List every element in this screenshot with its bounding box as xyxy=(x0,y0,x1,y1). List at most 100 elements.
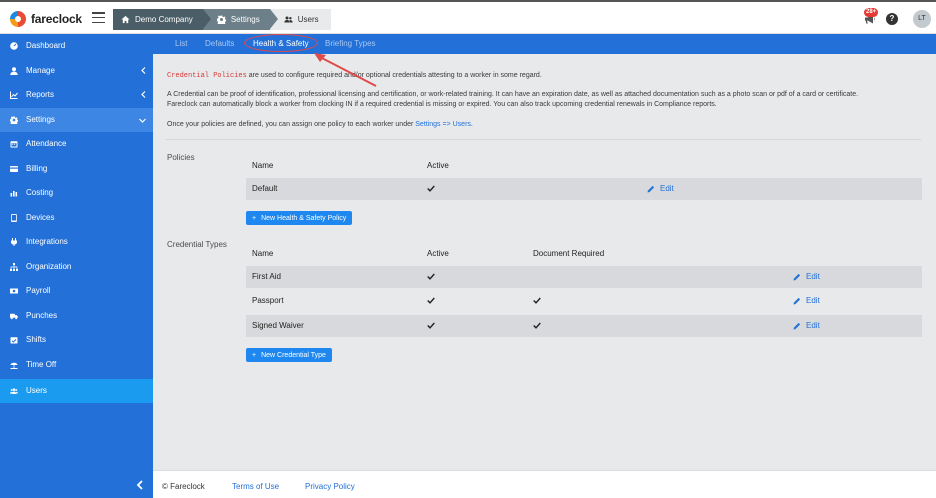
check-icon xyxy=(427,322,435,331)
calendar-icon xyxy=(10,141,18,148)
sidebar-item-settings[interactable]: Settings xyxy=(0,108,153,132)
sidebar-item-label: Devices xyxy=(26,213,55,222)
edit-label: Edit xyxy=(806,321,820,330)
credential-col-name: Name xyxy=(252,249,274,258)
sidebar-item-label: Dashboard xyxy=(26,41,66,50)
chevron-down-icon xyxy=(139,118,146,123)
umbrella-beach-icon xyxy=(10,362,18,369)
terms-of-use-link[interactable]: Terms of Use xyxy=(232,483,279,491)
money-icon xyxy=(10,288,18,294)
sidebar-item-manage[interactable]: Manage xyxy=(0,59,153,83)
pencil-icon xyxy=(793,297,801,304)
edit-credential-button[interactable]: Edit xyxy=(793,321,820,330)
intro-line-4-end: . xyxy=(470,121,473,128)
tab-defaults[interactable]: Defaults xyxy=(205,34,234,54)
breadcrumb-item-settings[interactable]: Settings xyxy=(202,9,278,30)
fareclock-logo[interactable]: fareclock xyxy=(10,11,82,27)
bar-chart-icon xyxy=(10,191,18,197)
sidebar-item-users[interactable]: Users xyxy=(0,379,153,403)
edit-policy-button[interactable]: Edit xyxy=(647,184,674,193)
check-icon xyxy=(533,297,541,306)
breadcrumb-label: Demo Company xyxy=(135,15,193,24)
logo-text: fareclock xyxy=(31,12,82,26)
sidebar-collapse-button[interactable] xyxy=(136,480,144,490)
sidebar-item-attendance[interactable]: Attendance xyxy=(0,132,153,156)
intro-line-2: A Credential can be proof of identificat… xyxy=(167,91,859,98)
edit-label: Edit xyxy=(806,296,820,305)
tab-list[interactable]: List xyxy=(175,34,187,54)
divider xyxy=(166,139,921,140)
sidebar-item-label: Users xyxy=(26,386,47,395)
notifications-button[interactable]: 28+ xyxy=(864,8,879,25)
new-health-safety-policy-button[interactable]: + New Health & Safety Policy xyxy=(246,211,353,225)
sidebar-item-label: Payroll xyxy=(26,286,51,295)
credential-col-active: Active xyxy=(427,249,449,258)
breadcrumb-label: Users xyxy=(297,15,319,24)
credential-name: First Aid xyxy=(252,272,281,281)
sidebar-item-shifts[interactable]: Shifts xyxy=(0,328,153,352)
users-icon xyxy=(284,16,293,23)
credit-card-icon xyxy=(10,166,18,172)
intro-line-4-text: Once your policies are defined, you can … xyxy=(167,121,416,128)
policies-col-name: Name xyxy=(252,161,274,170)
avatar[interactable]: LT xyxy=(913,10,931,28)
sidebar-item-label: Punches xyxy=(26,311,58,320)
sidebar: Dashboard Manage Reports Settings Attend… xyxy=(0,34,153,498)
sidebar-item-label: Billing xyxy=(26,164,48,173)
top-bar: fareclock Demo Company Settings Users 28… xyxy=(0,0,936,34)
breadcrumb-label: Settings xyxy=(230,15,260,24)
footer-copyright: © Fareclock xyxy=(162,482,205,491)
sidebar-item-costing[interactable]: Costing xyxy=(0,181,153,205)
table-row: First Aid Edit xyxy=(246,266,922,288)
pencil-icon xyxy=(647,185,655,192)
hamburger-menu-icon[interactable] xyxy=(92,12,105,23)
sidebar-item-reports[interactable]: Reports xyxy=(0,83,153,107)
sidebar-item-label: Shifts xyxy=(26,335,47,344)
sidebar-item-integrations[interactable]: Integrations xyxy=(0,230,153,254)
calendar-check-icon xyxy=(10,337,18,344)
sidebar-item-payroll[interactable]: Payroll xyxy=(0,279,153,303)
breadcrumb-item-company[interactable]: Demo Company xyxy=(113,9,211,30)
sidebar-item-dashboard[interactable]: Dashboard xyxy=(0,34,153,58)
policies-section-label: Policies xyxy=(167,153,195,162)
table-row: Default Edit xyxy=(246,178,922,200)
credential-col-document-required: Document Required xyxy=(533,249,605,258)
privacy-policy-link[interactable]: Privacy Policy xyxy=(305,483,355,491)
credential-name: Passport xyxy=(252,296,284,305)
intro-line-1: Credential Policies are used to configur… xyxy=(167,71,542,81)
sidebar-item-label: Settings xyxy=(26,115,55,124)
gear-icon xyxy=(10,116,18,124)
footer: © Fareclock Terms of Use Privacy Policy xyxy=(153,470,936,498)
new-credential-type-button[interactable]: + New Credential Type xyxy=(246,348,332,362)
sidebar-item-devices[interactable]: Devices xyxy=(0,206,153,230)
policy-name: Default xyxy=(252,184,278,193)
sidebar-item-label: Integrations xyxy=(26,237,68,246)
sidebar-item-punches[interactable]: Punches xyxy=(0,304,153,328)
edit-credential-button[interactable]: Edit xyxy=(793,296,820,305)
intro-line-4: Once your policies are defined, you can … xyxy=(167,120,473,130)
help-button[interactable]: ? xyxy=(886,13,898,25)
main-content xyxy=(153,54,936,470)
users-icon xyxy=(10,388,18,394)
button-label: New Credential Type xyxy=(261,351,326,359)
breadcrumb: Demo Company Settings Users xyxy=(113,9,331,30)
sidebar-item-billing[interactable]: Billing xyxy=(0,157,153,181)
policies-col-active: Active xyxy=(427,161,449,170)
truck-icon xyxy=(10,313,18,320)
sidebar-item-label: Organization xyxy=(26,262,72,271)
table-row: Signed Waiver Edit xyxy=(246,315,922,337)
sidebar-item-time-off[interactable]: Time Off xyxy=(0,353,153,377)
sidebar-item-label: Manage xyxy=(26,66,55,75)
chevron-left-icon xyxy=(136,480,143,490)
chevron-left-icon xyxy=(141,67,146,74)
sidebar-item-label: Costing xyxy=(26,188,54,197)
tab-briefing-types[interactable]: Briefing Types xyxy=(325,34,376,54)
sidebar-item-organization[interactable]: Organization xyxy=(0,255,153,279)
settings-users-link[interactable]: Settings => Users xyxy=(415,121,471,128)
sitemap-icon xyxy=(10,263,18,271)
check-icon xyxy=(533,322,541,331)
fareclock-logo-icon xyxy=(10,11,26,27)
edit-credential-button[interactable]: Edit xyxy=(793,272,820,281)
table-row: Passport Edit xyxy=(246,290,922,312)
chevron-left-icon xyxy=(141,91,146,98)
